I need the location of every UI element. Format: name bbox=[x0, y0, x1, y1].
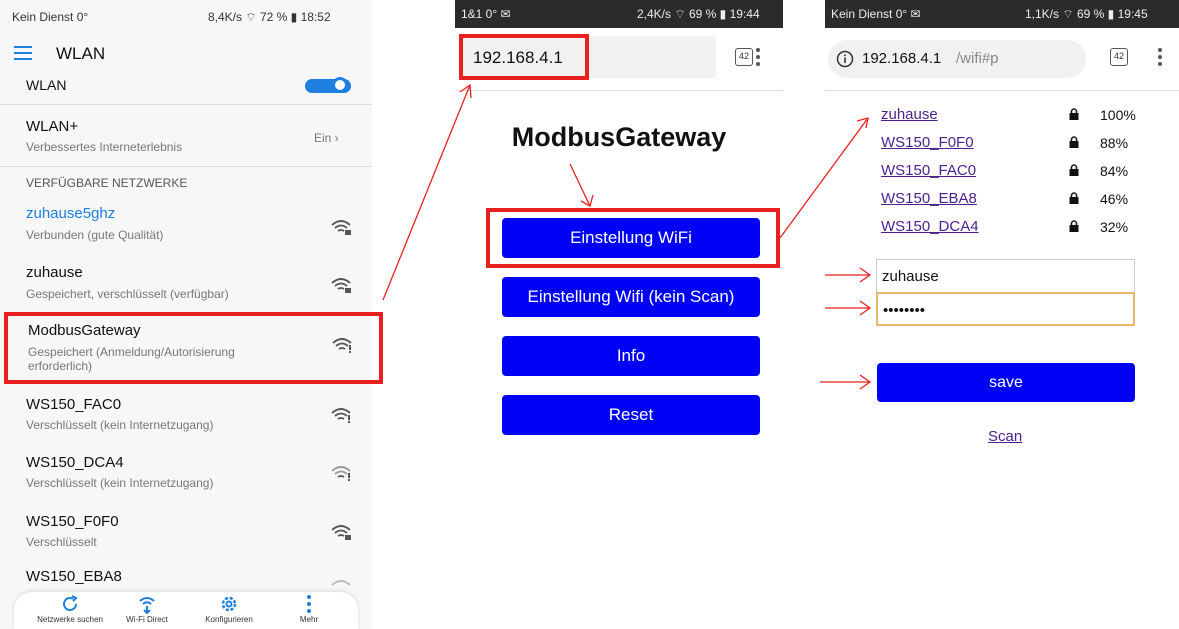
arrow-to-network-list bbox=[779, 117, 869, 239]
arrow-to-url bbox=[382, 84, 471, 301]
arrow-to-wifi-button bbox=[569, 163, 591, 207]
annotation-arrows bbox=[382, 83, 872, 390]
